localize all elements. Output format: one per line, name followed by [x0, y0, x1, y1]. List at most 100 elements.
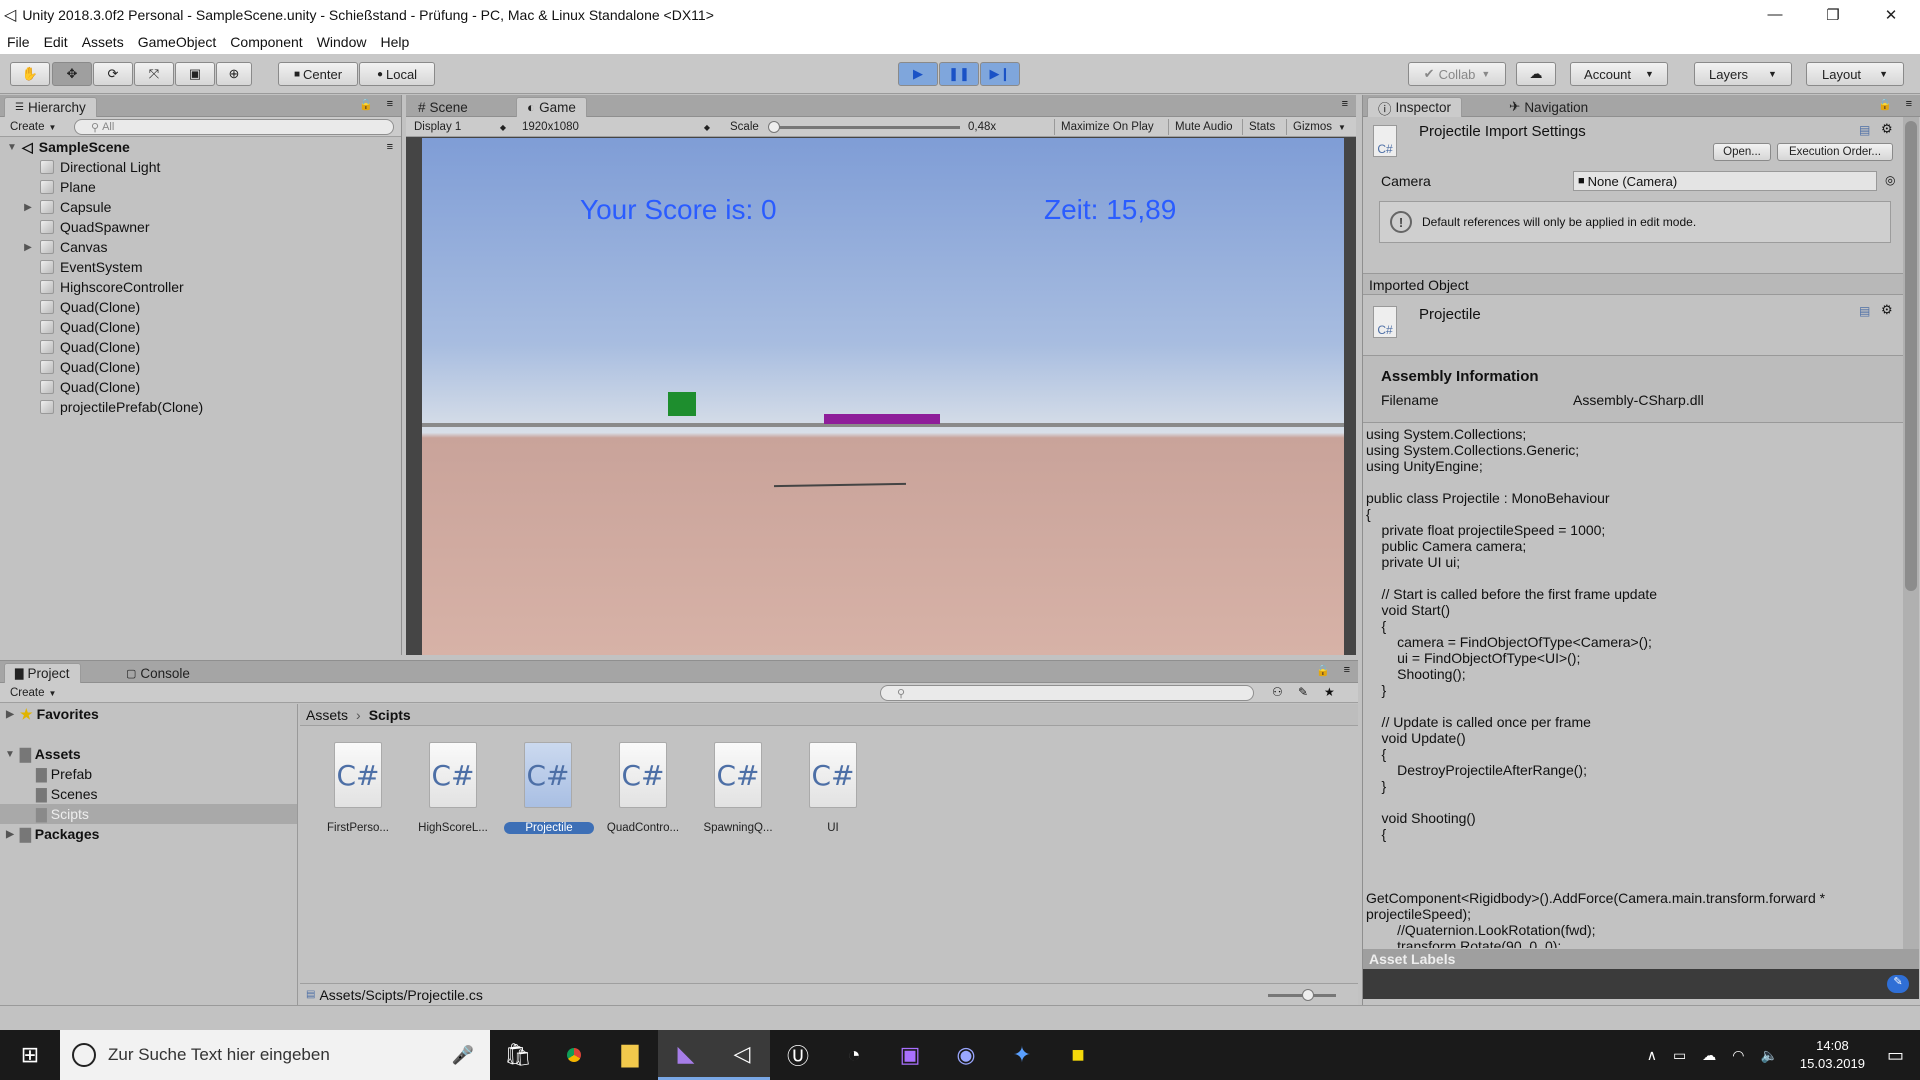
- tab-navigation[interactable]: ✈ Navigation: [1499, 97, 1598, 117]
- menu-help[interactable]: Help: [373, 34, 416, 50]
- gear-icon[interactable]: ⚙: [1881, 302, 1893, 318]
- file-highscore[interactable]: C# HighScoreL...: [418, 742, 488, 834]
- menu-assets[interactable]: Assets: [75, 34, 131, 50]
- hierarchy-item[interactable]: ▶ Canvas: [0, 237, 401, 257]
- file-projectile[interactable]: C# Projectile: [504, 742, 594, 834]
- taskbar-search[interactable]: Zur Suche Text hier eingeben 🎤: [60, 1030, 490, 1080]
- maximize-button[interactable]: ❐: [1804, 6, 1862, 24]
- help-book-icon[interactable]: ▤: [1859, 123, 1870, 137]
- hierarchy-item[interactable]: Quad(Clone): [0, 337, 401, 357]
- file-firstperson[interactable]: C# FirstPerso...: [327, 742, 389, 834]
- expand-arrow-icon[interactable]: ▶: [4, 709, 16, 720]
- expand-arrow-icon[interactable]: ▼: [6, 142, 18, 153]
- taskbar-discord[interactable]: ◉: [938, 1030, 994, 1080]
- tree-packages[interactable]: ▶ ▇ Packages: [0, 824, 297, 844]
- taskbar-explorer[interactable]: ▇: [602, 1030, 658, 1080]
- scale-tool-button[interactable]: ⤧: [134, 62, 174, 86]
- file-ui[interactable]: C# UI: [805, 742, 861, 834]
- pivot-center-button[interactable]: ■ Center: [278, 62, 358, 86]
- tree-scenes[interactable]: ▇ Scenes: [0, 784, 297, 804]
- tree-prefab[interactable]: ▇ Prefab: [0, 764, 297, 784]
- transform-tool-button[interactable]: ⊕: [216, 62, 252, 86]
- execution-order-button[interactable]: Execution Order...: [1777, 143, 1893, 161]
- gear-icon[interactable]: ⚙: [1881, 121, 1893, 137]
- zoom-slider-handle[interactable]: [1302, 989, 1314, 1001]
- panel-menu-icon[interactable]: ≡: [1906, 98, 1912, 110]
- expand-arrow-icon[interactable]: ▶: [22, 242, 34, 253]
- expand-arrow-icon[interactable]: ▶: [4, 829, 16, 840]
- camera-field[interactable]: ■ None (Camera): [1573, 171, 1877, 191]
- menu-window[interactable]: Window: [310, 34, 374, 50]
- breadcrumb-scipts[interactable]: Scipts: [369, 707, 411, 723]
- panel-menu-icon[interactable]: ≡: [1344, 664, 1350, 676]
- notification-icon[interactable]: ▭: [1887, 1045, 1904, 1066]
- gizmos-dropdown[interactable]: Gizmos ▼: [1286, 119, 1352, 135]
- display-dropdown[interactable]: Display 1 ◆: [408, 119, 512, 135]
- filter-label-icon[interactable]: ✎: [1298, 685, 1308, 699]
- resolution-dropdown[interactable]: 1920x1080 ◆: [516, 119, 716, 135]
- rect-tool-button[interactable]: ▣: [175, 62, 215, 86]
- taskbar-chrome[interactable]: [546, 1030, 602, 1080]
- panel-menu-icon[interactable]: ≡: [387, 98, 393, 110]
- scrollbar-thumb[interactable]: [1905, 121, 1917, 591]
- breadcrumb-assets[interactable]: Assets: [306, 707, 348, 723]
- tab-hierarchy[interactable]: ☰ Hierarchy: [4, 97, 97, 117]
- tree-scipts[interactable]: ▇ Scipts: [0, 804, 297, 824]
- hierarchy-item[interactable]: Plane: [0, 177, 401, 197]
- taskbar-twitch[interactable]: ▣: [882, 1030, 938, 1080]
- filter-type-icon[interactable]: ⚇: [1272, 685, 1283, 699]
- open-button[interactable]: Open...: [1713, 143, 1771, 161]
- tab-console[interactable]: ▢ Console: [116, 663, 200, 683]
- mute-audio-toggle[interactable]: Mute Audio: [1168, 119, 1239, 135]
- play-button[interactable]: ▶: [898, 62, 938, 86]
- file-quadcontroller[interactable]: C# QuadContro...: [607, 742, 679, 834]
- zoom-slider[interactable]: [1268, 989, 1336, 1001]
- menu-component[interactable]: Component: [223, 34, 309, 50]
- hierarchy-item[interactable]: Directional Light: [0, 157, 401, 177]
- menu-gameobject[interactable]: GameObject: [131, 34, 224, 50]
- volume-icon[interactable]: 🔈: [1760, 1047, 1777, 1064]
- hierarchy-create-dropdown[interactable]: Create ▼: [4, 119, 62, 135]
- hierarchy-item[interactable]: Quad(Clone): [0, 297, 401, 317]
- scale-slider[interactable]: [768, 121, 960, 133]
- favorite-star-icon[interactable]: ★: [1324, 685, 1335, 699]
- layers-dropdown[interactable]: Layers ▼: [1694, 62, 1792, 86]
- microphone-icon[interactable]: 🎤: [452, 1045, 474, 1066]
- hierarchy-item[interactable]: QuadSpawner: [0, 217, 401, 237]
- help-book-icon[interactable]: ▤: [1859, 304, 1870, 318]
- start-button[interactable]: ⊞: [0, 1030, 60, 1080]
- wifi-icon[interactable]: ◠: [1732, 1047, 1744, 1064]
- battery-icon[interactable]: ▭: [1673, 1047, 1686, 1064]
- hierarchy-item[interactable]: HighscoreController: [0, 277, 401, 297]
- panel-menu-icon[interactable]: ≡: [1342, 98, 1348, 110]
- rotate-tool-button[interactable]: ⟳: [93, 62, 133, 86]
- clock[interactable]: 14:08 15.03.2019: [1800, 1037, 1865, 1073]
- hand-tool-button[interactable]: ✋: [10, 62, 50, 86]
- expand-arrow-icon[interactable]: ▼: [4, 749, 16, 760]
- taskbar-app[interactable]: ✦: [994, 1030, 1050, 1080]
- taskbar-steam[interactable]: ◔: [826, 1030, 882, 1080]
- lock-icon[interactable]: 🔒: [1878, 98, 1892, 111]
- step-button[interactable]: ▶❙: [980, 62, 1020, 86]
- hierarchy-item[interactable]: ▶ Capsule: [0, 197, 401, 217]
- object-picker-icon[interactable]: ◎: [1885, 173, 1895, 187]
- taskbar-store[interactable]: 🛍: [490, 1030, 546, 1080]
- tag-icon[interactable]: ✎: [1887, 975, 1909, 993]
- minimize-button[interactable]: —: [1746, 6, 1804, 24]
- taskbar-unreal[interactable]: Ⓤ: [770, 1030, 826, 1080]
- maximize-on-play-toggle[interactable]: Maximize On Play: [1054, 119, 1160, 135]
- inspector-scrollbar[interactable]: [1903, 117, 1919, 967]
- close-button[interactable]: ✕: [1862, 6, 1920, 24]
- chevron-up-icon[interactable]: ∧: [1647, 1047, 1657, 1064]
- tab-inspector[interactable]: ⓘ Inspector: [1367, 97, 1463, 117]
- menu-edit[interactable]: Edit: [37, 34, 75, 50]
- tab-scene[interactable]: # Scene: [408, 97, 478, 117]
- scene-menu-icon[interactable]: ≡: [387, 141, 393, 153]
- project-create-dropdown[interactable]: Create ▼: [4, 685, 62, 701]
- stats-toggle[interactable]: Stats: [1242, 119, 1281, 135]
- expand-arrow-icon[interactable]: ▶: [22, 202, 34, 213]
- tab-game[interactable]: ◐ Game: [516, 97, 587, 117]
- tree-assets[interactable]: ▼ ▇ Assets: [0, 744, 297, 764]
- account-dropdown[interactable]: Account ▼: [1570, 62, 1668, 86]
- hierarchy-item[interactable]: Quad(Clone): [0, 317, 401, 337]
